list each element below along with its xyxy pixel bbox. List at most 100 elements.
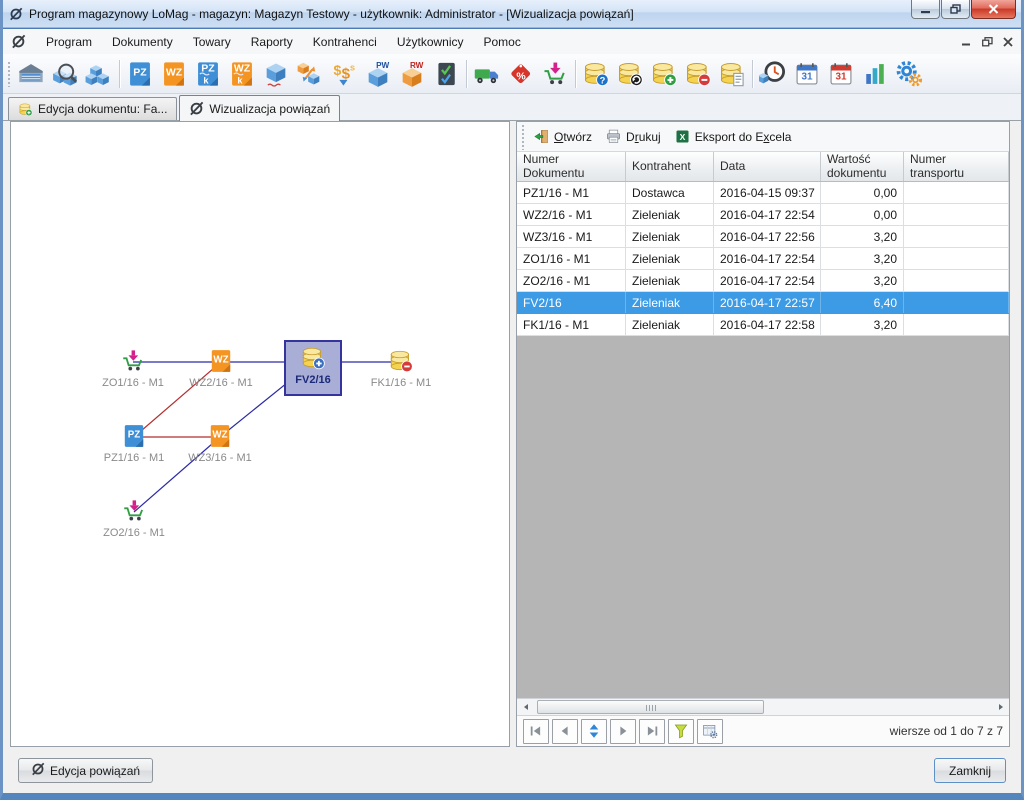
edit-links-button[interactable]: Edycja powiązań [18,758,153,783]
table-row-wz2-16-m1[interactable]: WZ2/16 - M1Zieleniak2016-04-17 22:540,00 [517,204,1009,226]
cell-numer-dokumentu[interactable]: ZO2/16 - M1 [517,270,626,291]
coins-question-icon[interactable]: ? [579,56,613,92]
cell-kontrahent[interactable]: Zieleniak [626,270,714,291]
mdi-minimize-icon[interactable] [962,37,972,46]
cell-numer-dokumentu[interactable]: WZ2/16 - M1 [517,204,626,225]
cell-numer-transportu[interactable] [904,248,1009,269]
table-row-fk1-16-m1[interactable]: FK1/16 - M1Zieleniak2016-04-17 22:583,20 [517,314,1009,336]
drukuj-button[interactable]: Drukuj [600,125,669,148]
horizontal-scrollbar[interactable] [517,698,1009,715]
cell-kontrahent[interactable]: Zieleniak [626,248,714,269]
coins-invoice-icon[interactable] [715,56,749,92]
pager-customize-button[interactable] [697,719,723,744]
cell-warto-dokumentu[interactable]: 0,00 [821,204,904,225]
table-row-zo1-16-m1[interactable]: ZO1/16 - M1Zieleniak2016-04-17 22:543,20 [517,248,1009,270]
diagram-node-zo2-16-m1[interactable]: ZO2/16 - M1 [89,498,179,539]
pager-first-button[interactable] [523,719,549,744]
cell-numer-transportu[interactable] [904,270,1009,291]
calendar-blue-icon[interactable]: 31 [790,56,824,92]
cell-numer-transportu[interactable] [904,226,1009,247]
items-icon[interactable] [82,56,116,92]
diagram-node-fv2-16[interactable]: FV2/16 [284,340,342,396]
menu-towary[interactable]: Towary [183,31,241,53]
cell-numer-transportu[interactable] [904,182,1009,203]
cell-numer-transportu[interactable] [904,292,1009,313]
cell-data[interactable]: 2016-04-17 22:56 [714,226,821,247]
stocktaking-icon[interactable] [429,56,463,92]
purchase-cart-icon[interactable] [538,56,572,92]
cell-kontrahent[interactable]: Zieleniak [626,226,714,247]
rw-document-icon[interactable]: RW [395,56,429,92]
cell-warto-dokumentu[interactable]: 3,20 [821,248,904,269]
cell-data[interactable]: 2016-04-15 09:37 [714,182,821,203]
cell-data[interactable]: 2016-04-17 22:54 [714,248,821,269]
tab-wizualizacja-powi-za[interactable]: Wizualizacja powiązań [179,95,340,121]
menu-pomoc[interactable]: Pomoc [474,31,531,53]
grid-toolbar-grip[interactable] [521,124,526,150]
diagram-node-fk1-16-m1[interactable]: FK1/16 - M1 [356,348,446,389]
diagram-node-pz1-16-m1[interactable]: PZ PZ1/16 - M1 [89,423,179,464]
cell-numer-dokumentu[interactable]: ZO1/16 - M1 [517,248,626,269]
cell-warto-dokumentu[interactable]: 3,20 [821,270,904,291]
cell-warto-dokumentu[interactable]: 3,20 [821,226,904,247]
cell-numer-dokumentu[interactable]: FK1/16 - M1 [517,314,626,335]
cell-warto-dokumentu[interactable]: 6,40 [821,292,904,313]
diagram-canvas[interactable]: ZO1/16 - M1 WZ WZ2/16 - M1 FV2/16 FK1/16… [10,121,510,747]
menu-raporty[interactable]: Raporty [241,31,303,53]
cell-numer-transportu[interactable] [904,314,1009,335]
pzk-document-icon[interactable]: PZk [191,56,225,92]
diagram-node-zo1-16-m1[interactable]: ZO1/16 - M1 [88,348,178,389]
tab-edycja-dokumentu-fa[interactable]: Edycja dokumentu: Fa... [8,97,177,120]
eksport-do-excela-button[interactable]: XEksport do Excela [669,125,800,148]
otw-rz-button[interactable]: Otwórz [528,125,600,148]
pz-document-icon[interactable]: PZ [123,56,157,92]
minimize-button[interactable] [911,0,940,19]
cell-data[interactable]: 2016-04-17 22:57 [714,292,821,313]
currency-rates-icon[interactable]: $$s [327,56,361,92]
table-row-fv2-16[interactable]: FV2/16Zieleniak2016-04-17 22:576,40 [517,292,1009,314]
cell-kontrahent[interactable]: Zieleniak [626,314,714,335]
warehouse-icon[interactable] [14,56,48,92]
mdi-close-icon[interactable] [1003,37,1013,47]
coins-remove-icon[interactable] [681,56,715,92]
menu-u-ytkownicy[interactable]: Użytkownicy [387,31,474,53]
pager-last-button[interactable] [639,719,665,744]
cell-numer-dokumentu[interactable]: FV2/16 [517,292,626,313]
close-view-button[interactable]: Zamknij [934,758,1006,783]
cell-kontrahent[interactable]: Zieleniak [626,292,714,313]
close-button[interactable] [971,0,1016,19]
coins-add-icon[interactable] [647,56,681,92]
cell-data[interactable]: 2016-04-17 22:54 [714,204,821,225]
table-row-wz3-16-m1[interactable]: WZ3/16 - M1Zieleniak2016-04-17 22:563,20 [517,226,1009,248]
cell-numer-transportu[interactable] [904,204,1009,225]
mdi-restore-icon[interactable] [982,37,993,47]
wzk-document-icon[interactable]: WZk [225,56,259,92]
warehouse-transfer-icon[interactable] [293,56,327,92]
column-header-numer-transportu[interactable]: Numer transportu [904,152,1009,181]
restore-button[interactable] [941,0,970,19]
pager-previous-button[interactable] [552,719,578,744]
cell-data[interactable]: 2016-04-17 22:58 [714,314,821,335]
inventory-cube-icon[interactable] [259,56,293,92]
column-header-data[interactable]: Data [714,152,821,181]
cell-data[interactable]: 2016-04-17 22:54 [714,270,821,291]
pager-filter-button[interactable] [668,719,694,744]
cell-numer-dokumentu[interactable]: PZ1/16 - M1 [517,182,626,203]
delivery-truck-icon[interactable] [470,56,504,92]
pager-sort-button[interactable] [581,719,607,744]
pager-next-button[interactable] [610,719,636,744]
column-header-kontrahent[interactable]: Kontrahent [626,152,714,181]
diagram-node-wz3-16-m1[interactable]: WZ WZ3/16 - M1 [175,423,265,464]
column-header-numer-dokumentu[interactable]: Numer Dokumentu [517,152,626,181]
scroll-right-icon[interactable] [992,699,1009,715]
toolbar-grip[interactable] [7,61,12,87]
discounts-icon[interactable]: % [504,56,538,92]
cell-kontrahent[interactable]: Dostawca [626,182,714,203]
scrollbar-thumb[interactable] [537,700,764,714]
table-row-pz1-16-m1[interactable]: PZ1/16 - M1Dostawca2016-04-15 09:370,00 [517,182,1009,204]
cell-numer-dokumentu[interactable]: WZ3/16 - M1 [517,226,626,247]
table-row-zo2-16-m1[interactable]: ZO2/16 - M1Zieleniak2016-04-17 22:543,20 [517,270,1009,292]
statistics-icon[interactable] [858,56,892,92]
settings-icon[interactable] [892,56,926,92]
pw-document-icon[interactable]: PW [361,56,395,92]
